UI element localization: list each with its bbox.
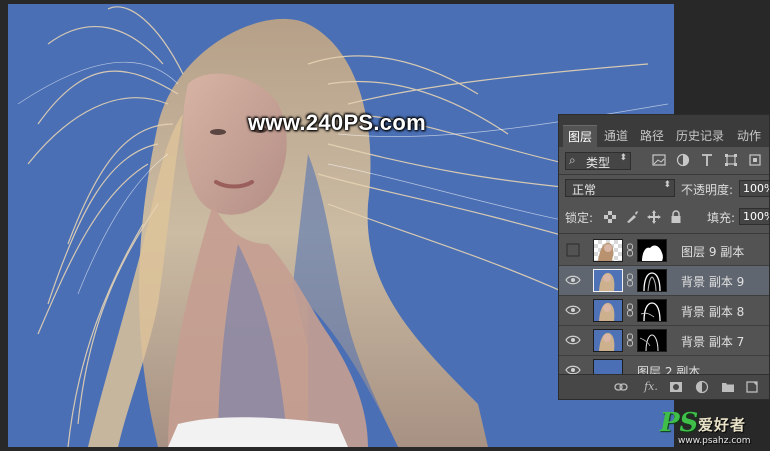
type-filter-icon[interactable] (700, 153, 714, 167)
layer-row[interactable]: 背景 副本 7 (559, 326, 769, 356)
divider (559, 174, 769, 175)
layer-name: 背景 副本 9 (681, 275, 745, 289)
layer-mask-thumbnail[interactable] (637, 299, 667, 322)
fx-icon[interactable]: fx. (641, 380, 661, 394)
mask-link-icon[interactable] (626, 243, 634, 257)
tab-channels[interactable]: 通道 (599, 125, 633, 147)
adjustment-filter-icon[interactable] (676, 153, 690, 167)
divider (559, 233, 769, 234)
stepper-arrows-icon: ⬍ (663, 180, 671, 190)
blend-mode-value: 正常 (572, 183, 597, 197)
lock-label: 锁定: (565, 211, 594, 225)
layer-thumbnail (593, 299, 623, 322)
layer-filter-select[interactable]: ⌕ 类型 ⬍ (565, 152, 631, 170)
panel-tab-bar: 图层 通道 路径 历史记录 动作 (559, 115, 769, 148)
panel-footer: fx. (559, 374, 769, 399)
layer-row[interactable]: 背景 副本 8 (559, 296, 769, 326)
layer-thumbnail (593, 329, 623, 352)
lock-image-pixels-icon[interactable] (625, 210, 639, 224)
layer-name: 背景 副本 7 (681, 335, 745, 349)
layer-name: 背景 副本 8 (681, 305, 745, 319)
mask-link-icon[interactable] (626, 273, 634, 287)
opacity-input[interactable]: 100% (739, 180, 769, 197)
tab-paths[interactable]: 路径 (635, 125, 669, 147)
lock-position-icon[interactable] (647, 210, 661, 224)
tab-layers[interactable]: 图层 (563, 125, 597, 148)
layer-mask-thumbnail[interactable] (637, 329, 667, 352)
new-group-icon[interactable] (721, 380, 735, 394)
layer-row[interactable]: 背景 副本 9 (559, 266, 769, 296)
layer-name: 图层 9 副本 (681, 245, 745, 259)
mask-link-icon[interactable] (626, 333, 634, 347)
link-layers-icon[interactable] (614, 380, 628, 394)
logo-cn-text: 爱好者 (698, 416, 747, 434)
eye-icon[interactable] (565, 303, 581, 317)
tab-actions[interactable]: 动作 (731, 125, 767, 147)
blend-mode-select[interactable]: 正常 ⬍ (565, 179, 675, 197)
layers-panel: 图层 通道 路径 历史记录 动作 ⌕ 类型 ⬍ 正常 ⬍ 不透明度: 100% … (558, 114, 770, 400)
visibility-toggle-off[interactable] (565, 243, 581, 257)
tab-history[interactable]: 历史记录 (672, 125, 728, 147)
layer-thumbnail (593, 239, 623, 262)
lock-transparent-pixels-icon[interactable] (603, 210, 617, 224)
eye-icon[interactable] (565, 273, 581, 287)
new-layer-icon[interactable] (745, 380, 759, 394)
opacity-label: 不透明度: (681, 183, 734, 197)
shape-filter-icon[interactable] (724, 153, 738, 167)
smart-object-filter-icon[interactable] (748, 153, 762, 167)
eye-icon[interactable] (565, 333, 581, 347)
lock-all-icon[interactable] (669, 210, 683, 224)
add-mask-icon[interactable] (669, 380, 683, 394)
logo-ps-text: PS (660, 408, 699, 438)
fill-label: 填充: (707, 211, 736, 225)
mask-link-icon[interactable] (626, 303, 634, 317)
adjustment-layer-icon[interactable] (695, 380, 709, 394)
logo-url-text: www.psahz.com (678, 436, 751, 446)
layer-thumbnail (593, 269, 623, 292)
site-logo: PS 爱好者 www.psahz.com (660, 410, 770, 450)
fill-input[interactable]: 100% (739, 208, 769, 225)
layer-row[interactable]: 图层 9 副本 (559, 236, 769, 266)
layer-mask-thumbnail[interactable] (637, 239, 667, 262)
layer-mask-thumbnail[interactable] (637, 269, 667, 292)
stepper-arrows-icon: ⬍ (619, 153, 627, 163)
watermark-text: www.240PS.com (248, 110, 426, 135)
image-filter-icon[interactable] (652, 153, 666, 167)
search-icon: ⌕ (569, 153, 576, 167)
filter-type-label: 类型 (586, 156, 611, 170)
